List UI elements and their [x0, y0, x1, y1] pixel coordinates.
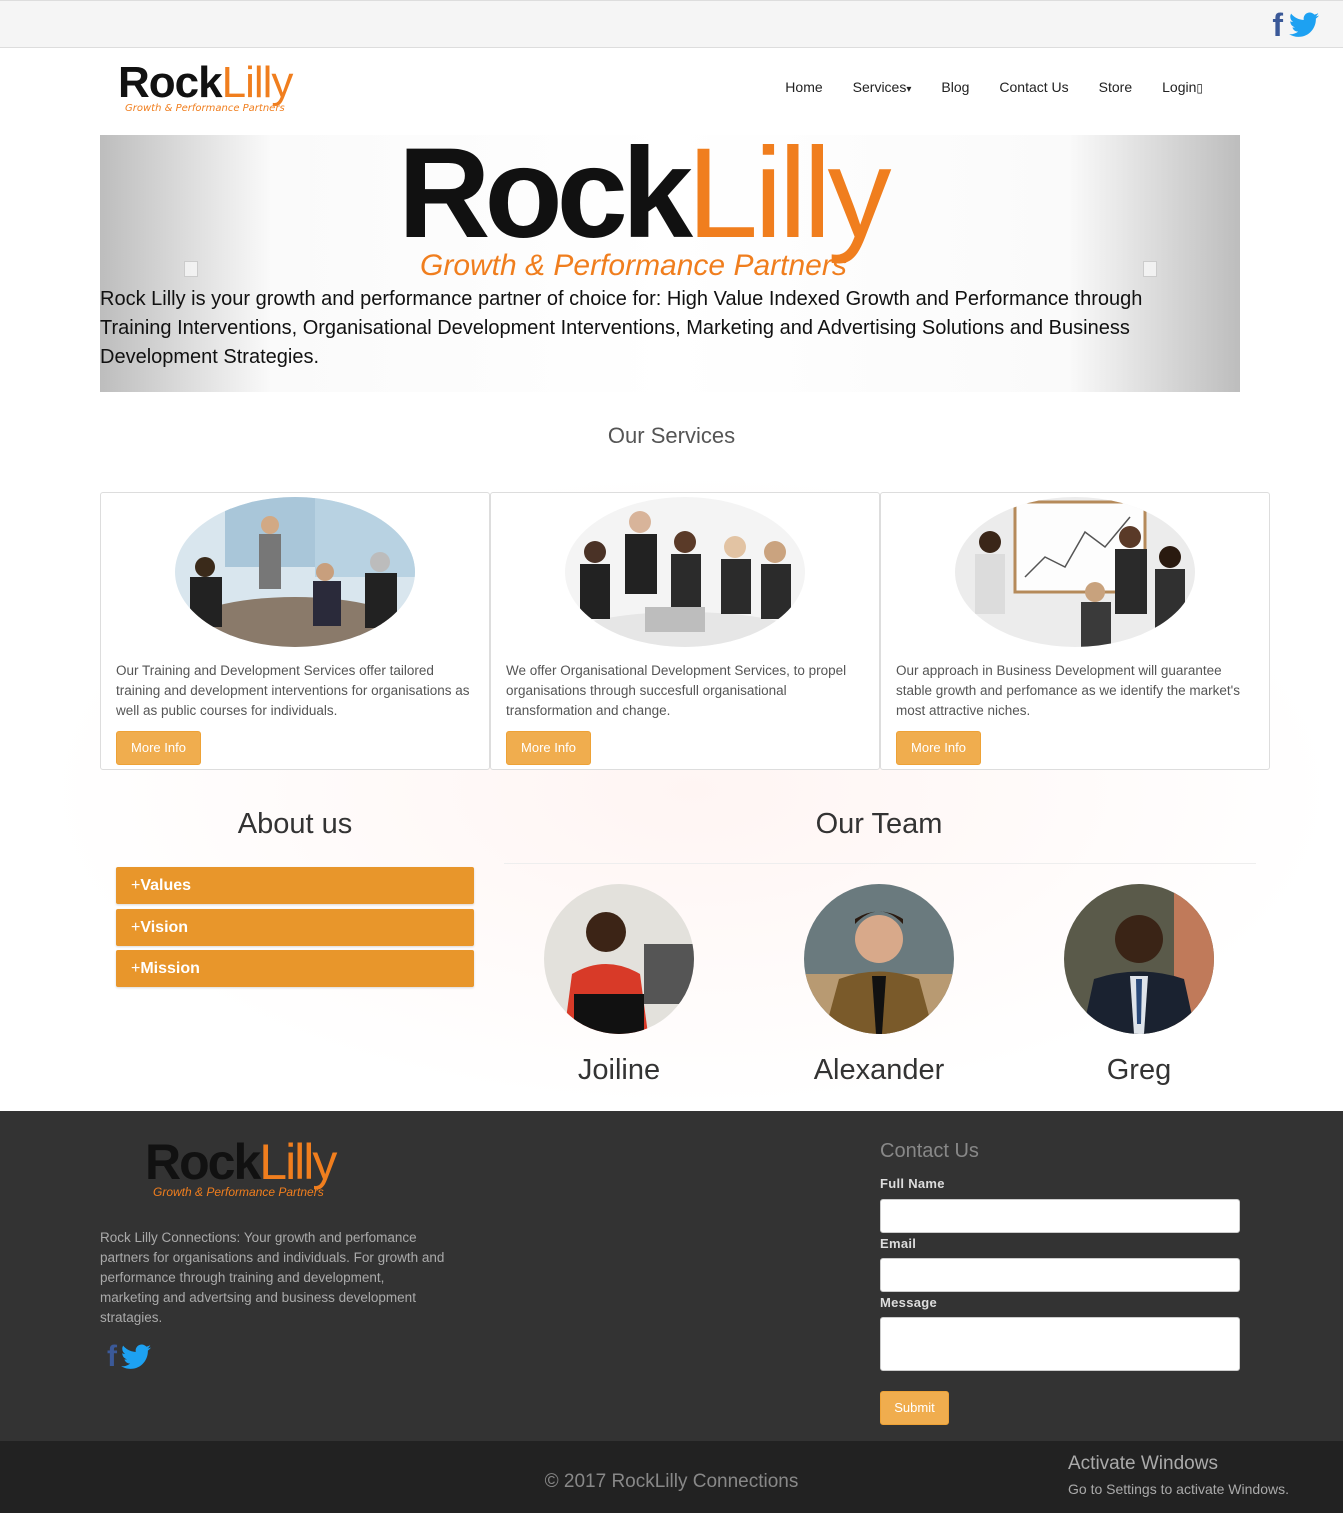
nav-blog[interactable]: Blog [926, 79, 984, 95]
service-card-business: Our approach in Business Development wil… [880, 492, 1270, 770]
nav-contact-us[interactable]: Contact Us [984, 79, 1083, 95]
nav-login[interactable]: Login▯ [1147, 79, 1218, 95]
full-name-field[interactable] [880, 1199, 1240, 1233]
site-logo[interactable]: RockLilly Growth & Performance Partners [118, 59, 308, 119]
facebook-icon[interactable]: f [107, 1342, 117, 1372]
top-bar: f [0, 0, 1343, 48]
hero-logo-rock: Rock [398, 135, 693, 265]
service-card-text: Our approach in Business Development wil… [896, 663, 1241, 718]
hero-logo-tagline: Growth & Performance Partners [420, 249, 847, 282]
hero-logo-lilly: Lilly [687, 135, 891, 265]
email-field[interactable] [880, 1258, 1240, 1292]
nav-store[interactable]: Store [1084, 79, 1147, 95]
logo-lilly-text: Lilly [221, 58, 294, 107]
accordion-label: Values [140, 877, 192, 894]
accordion-values[interactable]: +Values [116, 867, 474, 904]
site-footer: RockLilly Growth & Performance Partners … [0, 1111, 1343, 1441]
top-social-links: f [1272, 9, 1319, 41]
contact-form-title: Contact Us [880, 1140, 979, 1162]
nav-login-label: Login [1162, 79, 1197, 95]
full-name-label: Full Name [880, 1176, 945, 1191]
team-member-name: Joiline [577, 1054, 661, 1086]
footer-logo-tagline: Growth & Performance Partners [153, 1185, 324, 1199]
about-us-title: About us [237, 808, 353, 840]
more-info-button[interactable]: More Info [506, 731, 591, 765]
logo-tagline: Growth & Performance Partners [125, 103, 285, 114]
nav-services-label: Services [852, 79, 907, 95]
footer-about-text: Rock Lilly Connections: Your growth and … [100, 1230, 445, 1325]
expand-icon: + [131, 919, 141, 936]
organisational-image [565, 497, 805, 647]
expand-icon: + [131, 877, 141, 894]
team-divider [504, 863, 1256, 864]
more-info-button[interactable]: More Info [116, 731, 201, 765]
footer-logo-rock: Rock [145, 1134, 261, 1190]
hero-carousel: RockLilly Growth & Performance Partners … [100, 135, 1240, 392]
email-label: Email [880, 1236, 917, 1251]
prev-arrow-icon[interactable] [184, 261, 198, 277]
watermark-subtitle: Go to Settings to activate Windows. [1068, 1481, 1289, 1497]
more-info-button[interactable]: More Info [896, 731, 981, 765]
business-image [955, 497, 1195, 647]
twitter-icon[interactable] [121, 1344, 151, 1370]
team-member-name: Greg [1106, 1054, 1172, 1086]
accordion-mission[interactable]: +Mission [116, 950, 474, 987]
service-card-organisational: We offer Organisational Development Serv… [490, 492, 880, 770]
team-member-alexander: Alexander [804, 884, 954, 1086]
footer-logo[interactable]: RockLilly Growth & Performance Partners [145, 1134, 337, 1199]
our-team-title: Our Team [815, 808, 943, 840]
hero-logo: RockLilly Growth & Performance Partners [398, 135, 891, 282]
login-icon: ▯ [1196, 81, 1203, 95]
service-card-text: Our Training and Development Services of… [116, 663, 470, 718]
service-card-training: Our Training and Development Services of… [100, 492, 490, 770]
nav-services[interactable]: Services▾ [838, 79, 927, 95]
accordion-label: Vision [140, 919, 189, 936]
watermark-title: Activate Windows [1068, 1453, 1218, 1474]
team-member-greg: Greg [1064, 884, 1214, 1086]
submit-button[interactable]: Submit [880, 1391, 949, 1425]
accordion-vision[interactable]: +Vision [116, 909, 474, 946]
twitter-icon[interactable] [1289, 12, 1319, 38]
accordion-label: Mission [140, 960, 200, 977]
nav-home[interactable]: Home [770, 79, 837, 95]
service-card-text: We offer Organisational Development Serv… [506, 663, 847, 718]
logo-rock-text: Rock [118, 58, 223, 107]
team-member-name: Alexander [813, 1054, 945, 1086]
avatar [1064, 884, 1214, 1034]
chevron-down-icon: ▾ [906, 84, 912, 95]
avatar [544, 884, 694, 1034]
message-field[interactable] [880, 1317, 1240, 1371]
copyright-bar: © 2017 RockLilly Connections Activate Wi… [0, 1441, 1343, 1513]
hero-caption: Rock Lilly is your growth and performanc… [100, 288, 1143, 368]
avatar [804, 884, 954, 1034]
footer-logo-lilly: Lilly [259, 1134, 337, 1190]
training-image [175, 497, 415, 647]
team-member-joiline: Joiline [544, 884, 694, 1086]
site-header: RockLilly Growth & Performance Partners … [0, 49, 1343, 135]
facebook-icon[interactable]: f [1272, 9, 1283, 41]
footer-social-links: f [107, 1342, 151, 1372]
services-title: Our Services [607, 423, 736, 448]
next-arrow-icon[interactable] [1143, 261, 1157, 277]
expand-icon: + [131, 960, 141, 977]
main-nav: Home Services▾ Blog Contact Us Store Log… [770, 79, 1218, 95]
message-label: Message [880, 1295, 938, 1310]
